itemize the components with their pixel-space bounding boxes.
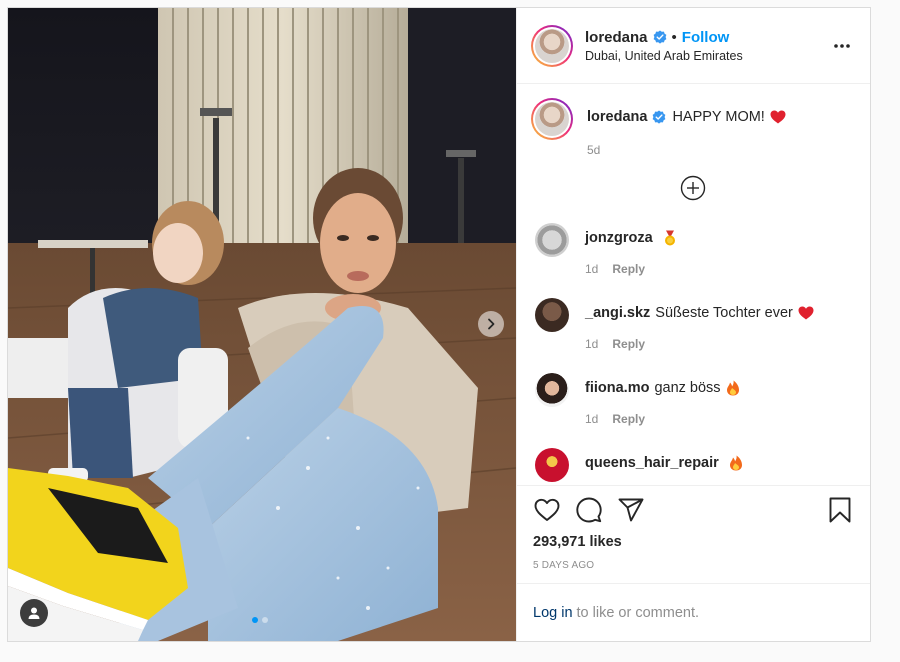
post-side-panel: loredana • Follow Dubai, United Arab Emi… bbox=[516, 8, 870, 641]
reply-button[interactable]: Reply bbox=[612, 412, 645, 426]
post-date[interactable]: 5 DAYS AGO bbox=[533, 560, 854, 571]
carousel-indicator bbox=[252, 617, 268, 623]
login-prompt-text: to like or comment. bbox=[576, 604, 700, 621]
chevron-right-icon bbox=[488, 318, 495, 330]
login-link[interactable]: Log in bbox=[533, 605, 573, 621]
load-more-comments-button[interactable] bbox=[531, 175, 854, 201]
post-caption: loredana HAPPY MOM! 5d bbox=[531, 98, 854, 157]
more-options-button[interactable] bbox=[830, 34, 854, 58]
separator-dot: • bbox=[671, 28, 677, 46]
comment-text: ganz böss bbox=[654, 380, 721, 396]
caption-time[interactable]: 5d bbox=[587, 143, 786, 157]
comment-button[interactable] bbox=[575, 496, 603, 524]
comment-username[interactable]: fiiona.mo bbox=[585, 380, 649, 396]
verified-badge-icon bbox=[653, 30, 666, 44]
share-button[interactable] bbox=[617, 496, 645, 524]
comment-text: Süßeste Tochter ever bbox=[655, 305, 793, 321]
user-icon bbox=[28, 607, 40, 619]
plus-circle-icon bbox=[680, 175, 705, 201]
commenter-avatar[interactable] bbox=[535, 373, 569, 407]
fire-emoji-icon bbox=[729, 455, 742, 471]
instagram-post: loredana • Follow Dubai, United Arab Emi… bbox=[7, 7, 871, 642]
comment-username[interactable]: jonzgroza bbox=[585, 230, 653, 246]
commenter-avatar[interactable] bbox=[535, 448, 569, 482]
heart-outline-icon bbox=[534, 498, 560, 521]
commenter-avatar[interactable] bbox=[535, 223, 569, 257]
fire-emoji-icon bbox=[726, 380, 739, 396]
reply-button[interactable]: Reply bbox=[612, 262, 645, 276]
carousel-dot-1 bbox=[252, 617, 258, 623]
comment-item: queens_hair_repair bbox=[531, 448, 854, 482]
post-photo[interactable] bbox=[8, 8, 516, 641]
caption-username[interactable]: loredana bbox=[587, 109, 647, 125]
carousel-next-button[interactable] bbox=[478, 311, 504, 337]
carousel-dot-2 bbox=[262, 617, 268, 623]
follow-button[interactable]: Follow bbox=[682, 29, 730, 46]
caption-text: HAPPY MOM! bbox=[672, 109, 765, 125]
author-avatar[interactable] bbox=[531, 24, 573, 67]
verified-badge-icon bbox=[653, 110, 666, 124]
login-prompt: Log in to like or comment. bbox=[517, 583, 870, 641]
comment-username[interactable]: queens_hair_repair bbox=[585, 455, 719, 471]
comment-bubble-icon bbox=[576, 497, 602, 523]
comment-item: _angi.skz Süßeste Tochter ever 1d Reply bbox=[531, 298, 854, 351]
bookmark-icon bbox=[829, 497, 851, 523]
author-username[interactable]: loredana bbox=[585, 29, 648, 46]
save-button[interactable] bbox=[826, 496, 854, 524]
comments-section[interactable]: loredana HAPPY MOM! 5d jonzgroza 1d Repl… bbox=[517, 84, 870, 485]
medal-emoji-icon bbox=[664, 230, 675, 246]
comment-time[interactable]: 1d bbox=[585, 412, 598, 426]
photo-scene bbox=[8, 8, 516, 641]
post-actions: 293,971 likes 5 DAYS AGO bbox=[517, 485, 870, 583]
comment-username[interactable]: _angi.skz bbox=[585, 305, 650, 321]
commenter-avatar[interactable] bbox=[535, 298, 569, 332]
red-heart-emoji-icon bbox=[770, 110, 786, 124]
ellipsis-icon bbox=[834, 43, 850, 48]
tagged-users-button[interactable] bbox=[20, 599, 48, 627]
comment-item: fiiona.mo ganz böss 1d Reply bbox=[531, 373, 854, 426]
reply-button[interactable]: Reply bbox=[612, 337, 645, 351]
likes-count[interactable]: 293,971 likes bbox=[533, 534, 854, 550]
paper-plane-icon bbox=[618, 498, 644, 522]
comment-time[interactable]: 1d bbox=[585, 262, 598, 276]
like-button[interactable] bbox=[533, 496, 561, 524]
caption-author-avatar[interactable] bbox=[531, 98, 573, 140]
red-heart-emoji-icon bbox=[798, 306, 814, 320]
comment-item: jonzgroza 1d Reply bbox=[531, 223, 854, 276]
post-header: loredana • Follow Dubai, United Arab Emi… bbox=[517, 8, 870, 84]
comment-time[interactable]: 1d bbox=[585, 337, 598, 351]
post-location[interactable]: Dubai, United Arab Emirates bbox=[585, 49, 830, 63]
